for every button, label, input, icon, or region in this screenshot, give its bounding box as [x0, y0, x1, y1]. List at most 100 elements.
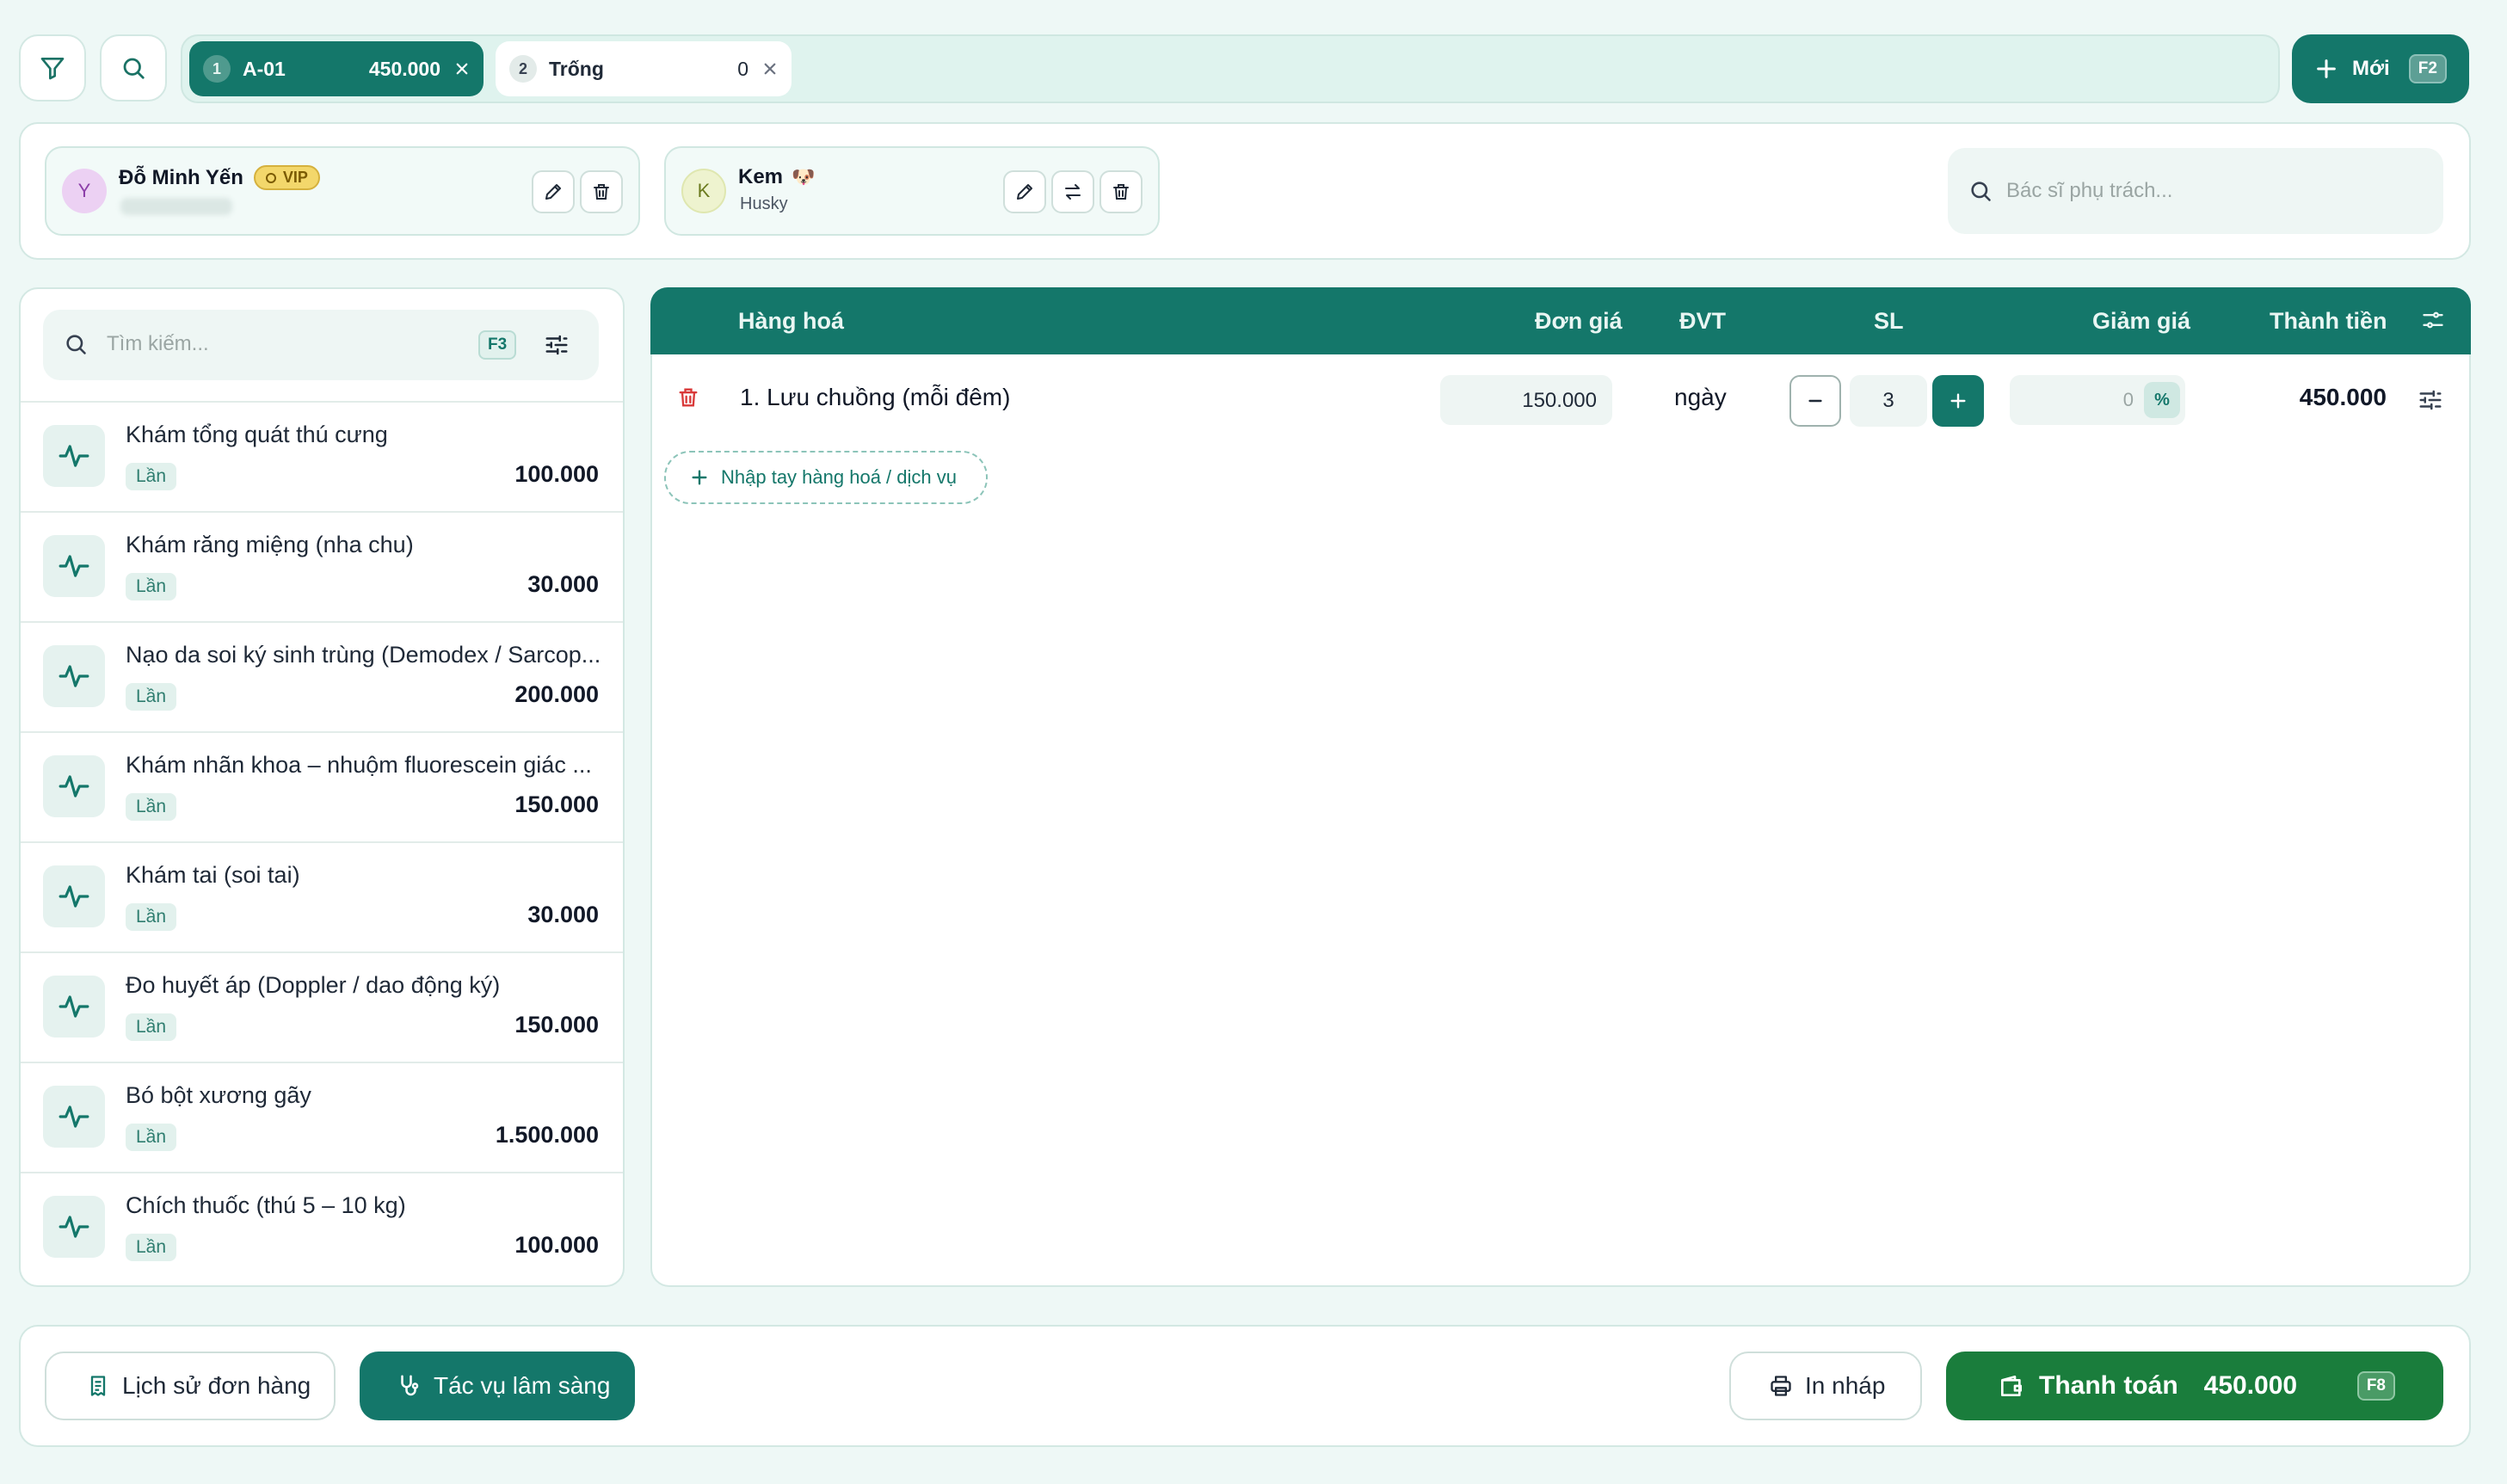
list-item-name: Đo huyết áp (Doppler / dao động ký): [126, 972, 501, 998]
column-settings-icon[interactable]: [2421, 308, 2445, 332]
receipt-icon: [86, 1374, 110, 1398]
qty-input[interactable]: 3: [1850, 375, 1927, 427]
col-total: Thành tiền: [2270, 308, 2387, 334]
new-order-button[interactable]: Mới F2: [2292, 34, 2469, 103]
search-icon: [64, 332, 88, 356]
plus-icon: [1949, 391, 1968, 410]
list-item-price: 1.500.000: [495, 1122, 599, 1148]
list-item[interactable]: Khám nhãn khoa – nhuộm fluorescein giác …: [21, 731, 623, 841]
list-item-price: 150.000: [514, 791, 599, 817]
list-item-unit: Lần: [126, 1124, 177, 1151]
list-item-name: Chích thuốc (thú 5 – 10 kg): [126, 1192, 406, 1218]
list-item[interactable]: Chích thuốc (thú 5 – 10 kg) Lần 100.000: [21, 1172, 623, 1282]
list-item-price: 100.000: [514, 461, 599, 487]
remove-customer-button[interactable]: [580, 170, 623, 213]
close-icon[interactable]: [454, 61, 470, 77]
search-button[interactable]: [100, 34, 167, 102]
list-item-name: Khám tổng quát thú cưng: [126, 422, 388, 447]
order-tab-amount: 0: [737, 57, 748, 80]
list-item[interactable]: Khám răng miệng (nha chu) Lần 30.000: [21, 511, 623, 621]
order-tab-name: Trống: [549, 57, 604, 80]
qty-decrease-button[interactable]: [1789, 375, 1841, 427]
pencil-icon: [1014, 182, 1035, 202]
list-item-price: 100.000: [514, 1232, 599, 1258]
print-draft-button[interactable]: In nháp: [1729, 1352, 1922, 1420]
edit-customer-button[interactable]: [532, 170, 575, 213]
clinical-actions-button[interactable]: Tác vụ lâm sàng: [360, 1352, 635, 1420]
pet-emoji: 🐶: [792, 166, 816, 188]
list-item-name: Khám răng miệng (nha chu): [126, 532, 414, 557]
order-tab-strip: 1 A-01 450.000 2 Trống 0: [181, 34, 2280, 103]
uom-value: ngày: [1674, 384, 1727, 410]
list-item-price: 30.000: [527, 902, 599, 927]
line-options-icon[interactable]: [2418, 387, 2443, 413]
list-item-unit: Lần: [126, 903, 177, 931]
order-tab-2[interactable]: 2 Trống 0: [496, 41, 792, 96]
discount-input[interactable]: 0 %: [2010, 375, 2185, 425]
shortcut-badge: F2: [2408, 54, 2447, 83]
qty-value: 3: [1882, 389, 1894, 412]
activity-icon: [43, 645, 105, 707]
pet-chip[interactable]: K Kem 🐶 Husky: [664, 146, 1160, 236]
stethoscope-icon: [396, 1373, 422, 1399]
new-order-label: Mới: [2352, 57, 2390, 80]
discount-value: 0: [2122, 389, 2134, 410]
list-item-unit: Lần: [126, 1234, 177, 1261]
cart-table-header: Hàng hoá Đơn giá ĐVT SL Giảm giá Thành t…: [650, 287, 2471, 354]
activity-icon: [43, 976, 105, 1038]
list-item-price: 200.000: [514, 681, 599, 707]
avatar: K: [681, 169, 726, 213]
checkout-amount: 450.000: [2203, 1371, 2298, 1400]
order-tab-number: 1: [203, 55, 231, 83]
wallet-icon: [1998, 1372, 2025, 1400]
customer-chip[interactable]: Y Đỗ Minh Yến VIP: [45, 146, 640, 236]
list-item[interactable]: Nạo da soi ký sinh trùng (Demodex / Sarc…: [21, 621, 623, 731]
print-draft-label: In nháp: [1805, 1372, 1886, 1399]
trash-icon[interactable]: [676, 385, 700, 409]
list-item-unit: Lần: [126, 793, 177, 821]
order-tab-1[interactable]: 1 A-01 450.000: [189, 41, 484, 96]
activity-icon: [43, 425, 105, 487]
minus-icon: [1806, 391, 1825, 410]
checkout-label: Thanh toán: [2039, 1371, 2178, 1400]
activity-icon: [43, 755, 105, 817]
unit-price-value: 150.000: [1522, 389, 1597, 412]
pet-name: Kem: [738, 165, 784, 188]
list-item[interactable]: Khám tai (soi tai) Lần 30.000: [21, 841, 623, 951]
order-history-button[interactable]: Lịch sử đơn hàng: [45, 1352, 336, 1420]
filter-icon: [39, 54, 66, 82]
search-icon: [120, 55, 146, 81]
checkout-button[interactable]: Thanh toán 450.000 F8: [1946, 1352, 2443, 1420]
qty-increase-button[interactable]: [1932, 375, 1984, 427]
cart-line-total: 450.000: [2299, 384, 2387, 410]
customer-phone-blurred: [120, 198, 232, 215]
discount-unit-toggle[interactable]: %: [2144, 382, 2180, 418]
order-tab-number: 2: [509, 55, 537, 83]
list-item-price: 30.000: [527, 571, 599, 597]
list-item[interactable]: Đo huyết áp (Doppler / dao động ký) Lần 15…: [21, 951, 623, 1062]
list-item-name: Bó bột xương gãy: [126, 1082, 311, 1108]
list-item-unit: Lần: [126, 683, 177, 711]
swap-icon: [1063, 182, 1083, 202]
list-item[interactable]: Khám tổng quát thú cưng Lần 100.000: [21, 401, 623, 511]
catalog-search-input[interactable]: Tìm kiếm... F3: [43, 310, 599, 380]
list-item[interactable]: Bó bột xương gãy Lần 1.500.000: [21, 1062, 623, 1172]
manual-add-button[interactable]: Nhập tay hàng hoá / dịch vụ: [664, 451, 988, 504]
remove-pet-button[interactable]: [1100, 170, 1143, 213]
close-icon[interactable]: [762, 61, 778, 77]
unit-price-input[interactable]: 150.000: [1440, 375, 1612, 425]
plus-icon: [690, 468, 709, 487]
sliders-icon[interactable]: [544, 332, 570, 358]
order-tab-name: A-01: [243, 57, 286, 80]
edit-pet-button[interactable]: [1003, 170, 1046, 213]
activity-icon: [43, 1086, 105, 1148]
list-item-unit: Lần: [126, 1013, 177, 1041]
filter-button[interactable]: [19, 34, 86, 102]
vip-badge: VIP: [253, 165, 320, 190]
swap-pet-button[interactable]: [1051, 170, 1094, 213]
doctor-search-input[interactable]: Bác sĩ phụ trách...: [1948, 148, 2443, 234]
customer-name: Đỗ Minh Yến: [119, 165, 243, 189]
search-icon: [1968, 179, 1993, 203]
trash-icon: [1111, 182, 1131, 202]
list-item-name: Khám nhãn khoa – nhuộm fluorescein giác …: [126, 752, 592, 778]
